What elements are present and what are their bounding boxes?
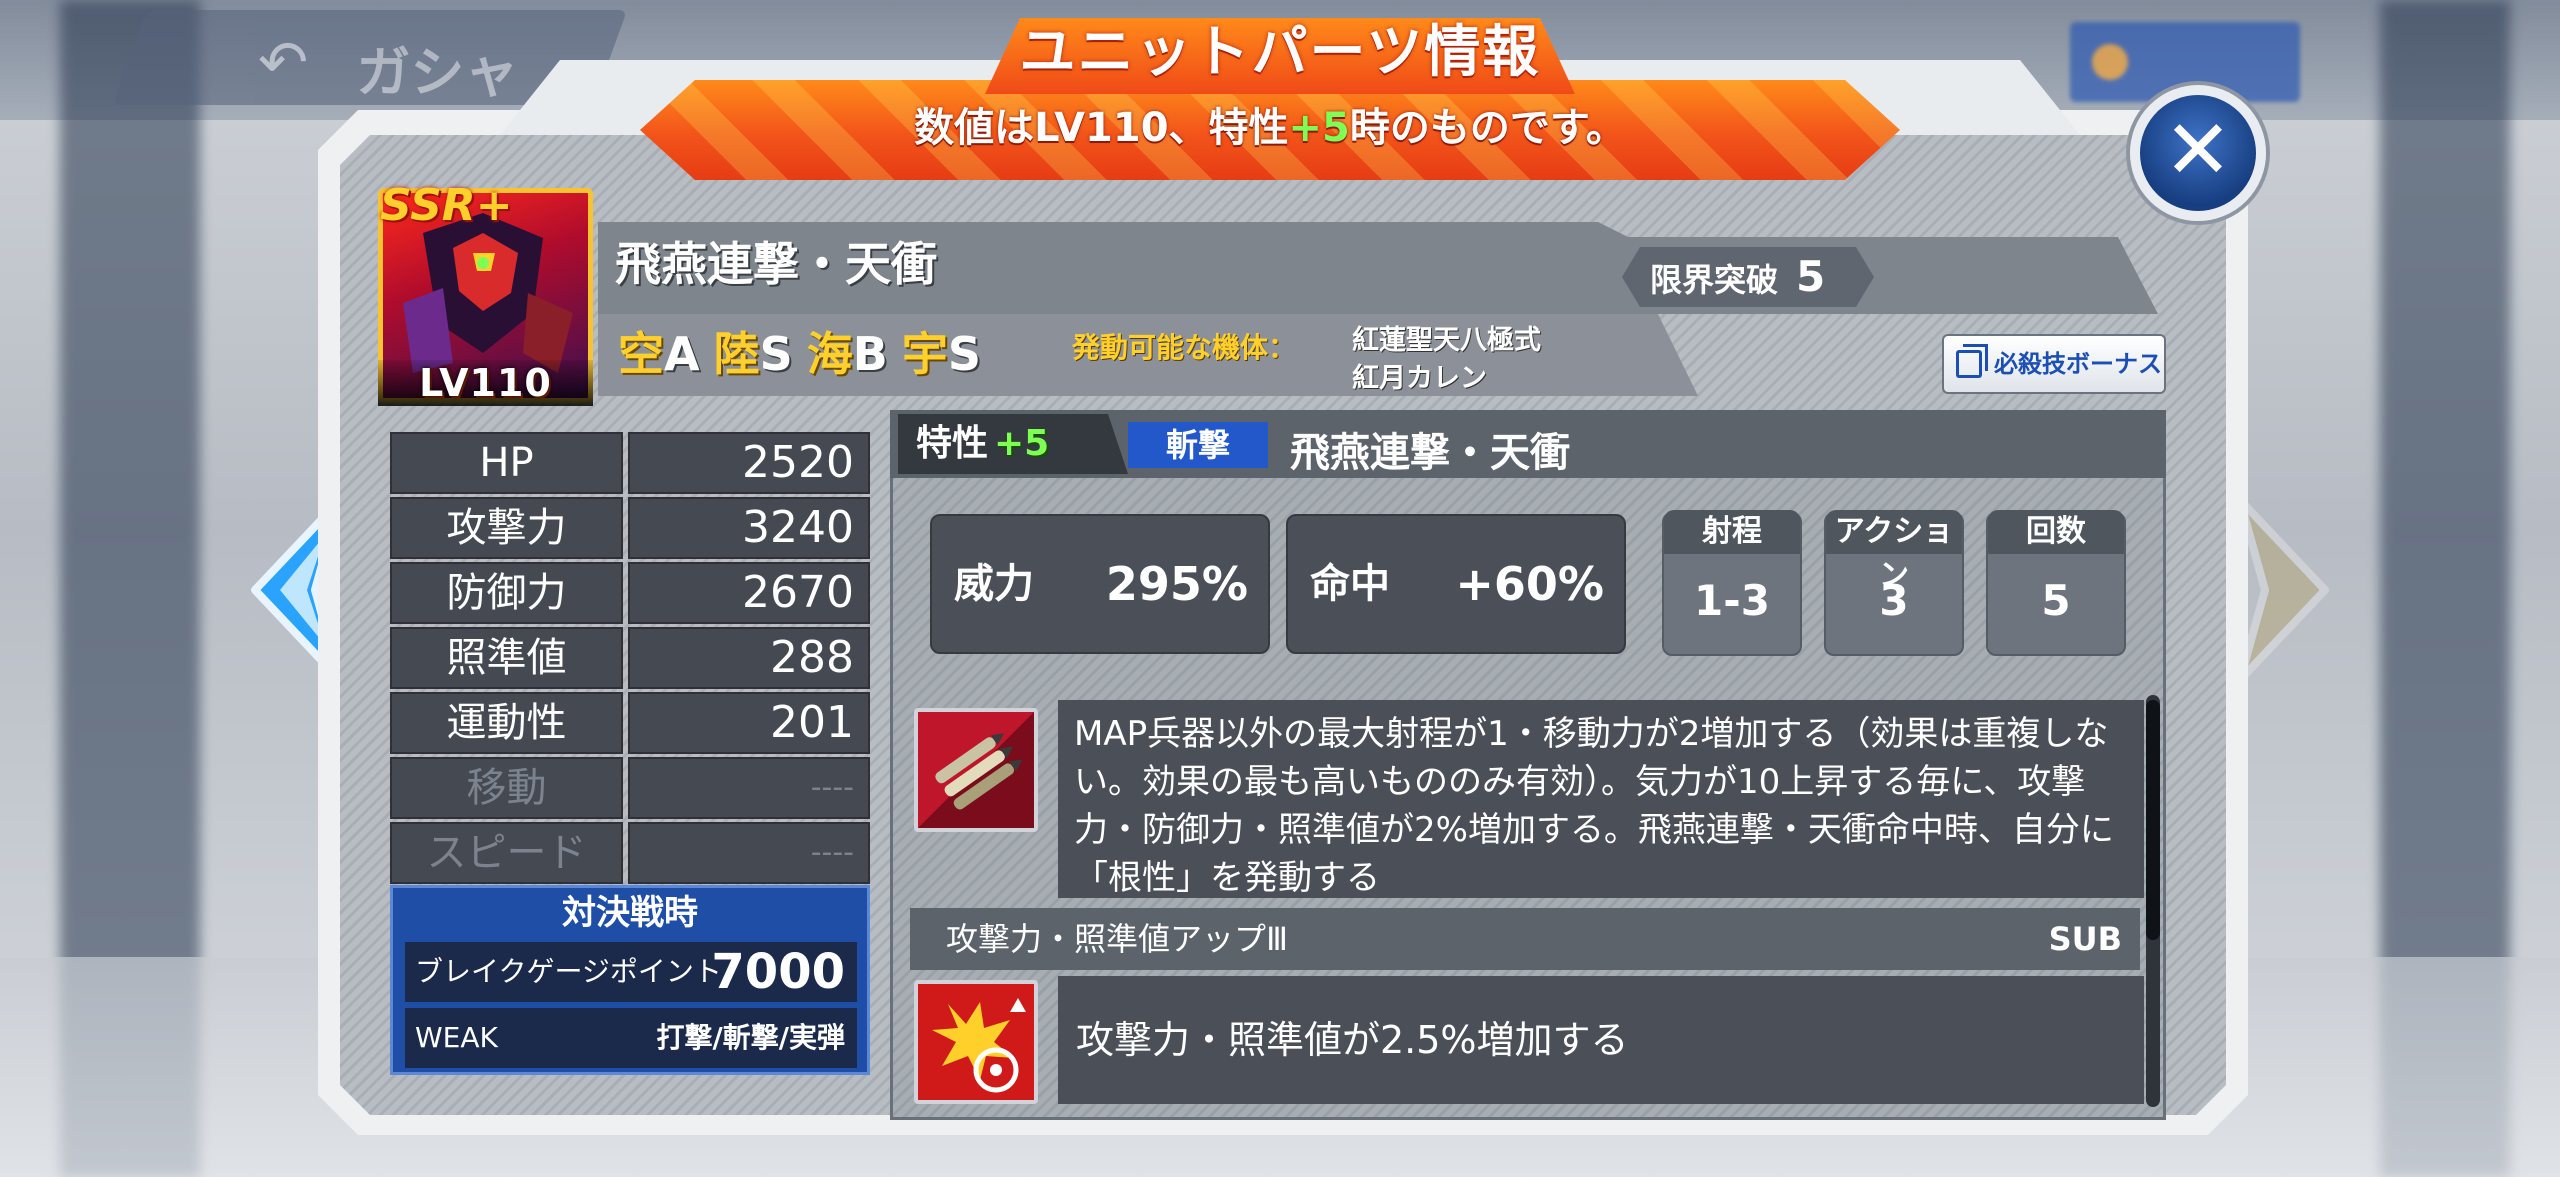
stat-label: 移動 — [390, 757, 623, 819]
close-button[interactable]: ✕ — [2130, 85, 2266, 221]
terrain-space-value: S — [947, 327, 981, 381]
stat-value: 2520 — [628, 432, 870, 494]
attack-type-tag: 斬撃 — [1128, 422, 1268, 468]
close-icon: ✕ — [2163, 103, 2233, 198]
count-label: 回数 — [1988, 510, 2124, 554]
stat-value: 2670 — [628, 562, 870, 624]
stat-label: 防御力 — [390, 562, 623, 624]
special-bonus-label: 必殺技ボーナス — [1994, 350, 2162, 378]
stat-row: HP 2520 — [390, 432, 870, 494]
terrain-air-value: A — [664, 327, 700, 381]
activatable-units: 紅蓮聖天八極式 紅月カレン — [1352, 322, 1541, 398]
range-stat: 射程 1-3 — [1662, 510, 1802, 656]
range-label: 射程 — [1664, 510, 1800, 554]
power-value: 295% — [1105, 557, 1248, 611]
stat-label: 照準値 — [390, 627, 623, 689]
rarity-badge: SSR+ — [380, 180, 513, 231]
trait-level-tag: 特性 +5 — [898, 414, 1128, 474]
limit-break-label: 限界突破 — [1650, 261, 1779, 299]
stat-value: ---- — [628, 822, 870, 884]
stat-label: HP — [390, 432, 623, 494]
terrain-land-label: 陸 — [713, 327, 760, 381]
background-back-label: ガシャ — [356, 41, 519, 104]
sub-skill-name: 攻撃力・照準値アップⅢ — [946, 920, 1289, 958]
limit-break-value: 5 — [1796, 252, 1826, 301]
trait-label: 特性 — [916, 423, 989, 464]
accuracy-label: 命中 — [1310, 561, 1390, 607]
stat-label: 運動性 — [390, 692, 623, 754]
stats-table: HP 2520 攻撃力 3240 防御力 2670 照準値 288 運動性 201 移動 -… — [390, 432, 870, 887]
accuracy-value: +60% — [1455, 557, 1604, 611]
sub-skill-bar: 攻撃力・照準値アップⅢ SUB — [910, 908, 2140, 970]
dialog-subtitle: 数値はLV110、特性+5時のものです。 — [640, 98, 1900, 158]
power-stat: 威力 295% — [930, 514, 1270, 654]
main-skill-description: MAP兵器以外の最大射程が1・移動力が2増加する（効果は重複しない。効果の最も高… — [1058, 700, 2144, 898]
limit-break: 限界突破 5 — [1622, 247, 1874, 307]
stat-label: 攻撃力 — [390, 497, 623, 559]
activatable-label: 発動可能な機体： — [1072, 331, 1297, 364]
break-gauge-value: 7000 — [711, 944, 845, 1000]
dialog-title: ユニットパーツ情報 — [1019, 20, 1541, 85]
accuracy-stat: 命中 +60% — [1286, 514, 1626, 654]
break-gauge-label: ブレイクゲージポイント — [415, 955, 722, 988]
unit-level: LV110 — [378, 360, 593, 406]
skill-name: 飛燕連撃・天衝 — [1290, 430, 1570, 476]
count-value: 5 — [2041, 576, 2071, 625]
stat-value: ---- — [628, 757, 870, 819]
break-gauge-row: ブレイクゲージポイント 7000 — [405, 942, 857, 1002]
stat-value: 288 — [628, 627, 870, 689]
stat-label: スピード — [390, 822, 623, 884]
target-explosion-icon — [914, 980, 1038, 1104]
power-label: 威力 — [954, 561, 1034, 607]
stat-value: 3240 — [628, 497, 870, 559]
subtitle-text: 数値はLV110、特性 — [914, 105, 1289, 151]
terrain-ratings: 空A 陸S 海B 宇S — [618, 318, 995, 384]
subtitle-text-end: 時のものです。 — [1349, 105, 1626, 151]
sub-tag: SUB — [2048, 920, 2122, 958]
terrain-air-label: 空 — [618, 327, 664, 381]
terrain-land-value: S — [759, 327, 793, 381]
sub-skill-description: 攻撃力・照準値が2.5%増加する — [1058, 976, 2144, 1104]
battle-panel: 対決戦時 ブレイクゲージポイント 7000 WEAK 打撃/斬撃/実弾 — [390, 885, 870, 1075]
terrain-sea-value: B — [852, 327, 888, 381]
coin-icon — [2092, 44, 2128, 80]
activatable-unit: 紅月カレン — [1352, 363, 1487, 394]
terrain-space-label: 宇 — [901, 327, 948, 381]
count-stat: 回数 5 — [1986, 510, 2126, 656]
activatable-unit: 紅蓮聖天八極式 — [1352, 325, 1541, 356]
battle-title: 対決戦時 — [562, 893, 698, 933]
stat-row: 照準値 288 — [390, 627, 870, 689]
stat-row: 防御力 2670 — [390, 562, 870, 624]
missile-pod-icon — [914, 708, 1038, 832]
action-label: アクション — [1826, 510, 1962, 593]
copy-icon — [1956, 344, 1988, 378]
weak-row: WEAK 打撃/斬撃/実弾 — [405, 1008, 857, 1068]
weak-value: 打撃/斬撃/実弾 — [656, 1021, 845, 1054]
special-bonus-button[interactable]: 必殺技ボーナス — [1942, 334, 2166, 394]
stat-row: 運動性 201 — [390, 692, 870, 754]
trait-level: +5 — [994, 423, 1050, 464]
action-value: 3 — [1879, 576, 1909, 625]
terrain-sea-label: 海 — [806, 327, 853, 381]
stat-row: 攻撃力 3240 — [390, 497, 870, 559]
unit-name: 飛燕連撃・天衝 — [615, 237, 937, 291]
stat-row: スピード ---- — [390, 822, 870, 884]
stat-value: 201 — [628, 692, 870, 754]
range-value: 1-3 — [1694, 576, 1770, 625]
weak-label: WEAK — [415, 1021, 498, 1054]
scrollbar-thumb[interactable] — [2146, 700, 2160, 940]
back-arrow-icon: ↶ — [257, 28, 309, 98]
subtitle-highlight: +5 — [1288, 105, 1350, 151]
action-stat: アクション 3 — [1824, 510, 1964, 656]
stat-row: 移動 ---- — [390, 757, 870, 819]
